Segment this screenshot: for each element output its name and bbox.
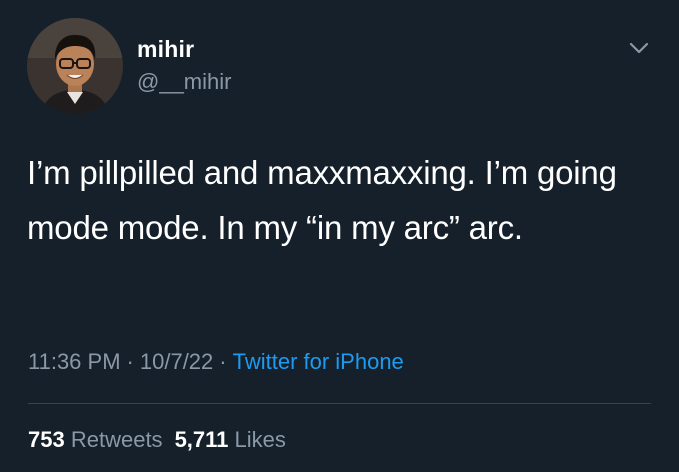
retweets-count: 753: [28, 427, 65, 452]
likes-label: Likes: [234, 427, 286, 452]
divider: [28, 403, 651, 404]
tweet-meta: 11:36 PM · 10/7/22 · Twitter for iPhone: [28, 349, 404, 375]
user-handle[interactable]: @__mihir: [137, 69, 231, 95]
display-name[interactable]: mihir: [137, 36, 194, 63]
likes-count: 5,711: [174, 427, 229, 452]
avatar[interactable]: [27, 18, 123, 114]
tweet-stats: 753 Retweets 5,711 Likes: [28, 427, 286, 453]
chevron-down-icon[interactable]: [625, 36, 653, 60]
tweet-text: I’m pillpilled and maxxmaxxing. I’m goin…: [27, 154, 617, 246]
retweets-stat[interactable]: 753 Retweets: [28, 427, 163, 452]
tweet-time[interactable]: 11:36 PM: [28, 349, 121, 374]
retweets-label: Retweets: [70, 427, 163, 452]
tweet-source-link[interactable]: Twitter for iPhone: [233, 349, 404, 374]
meta-separator: ·: [126, 349, 134, 374]
avatar-photo: [27, 18, 123, 114]
tweet-date[interactable]: 10/7/22: [140, 349, 213, 374]
meta-separator: ·: [219, 349, 227, 374]
likes-stat[interactable]: 5,711 Likes: [175, 427, 286, 452]
tweet-card: mihir @__mihir I’m pillpilled and maxxma…: [0, 0, 679, 472]
